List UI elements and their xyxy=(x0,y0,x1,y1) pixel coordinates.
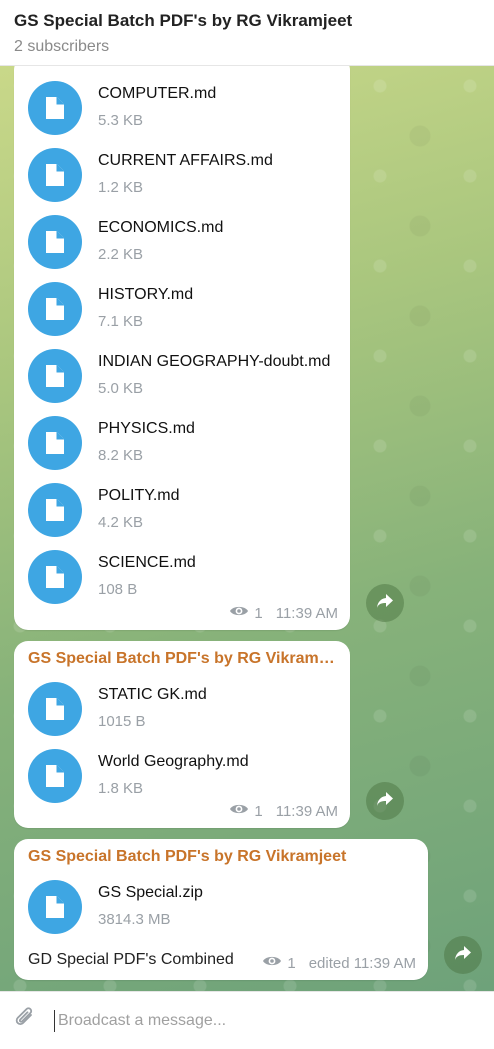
message-meta: 1 11:39 AM xyxy=(229,802,338,820)
forward-button[interactable] xyxy=(366,584,404,622)
share-arrow-icon xyxy=(376,791,394,812)
file-size: 1.2 KB xyxy=(98,179,144,196)
file-size: 4.2 KB xyxy=(98,514,144,531)
document-icon[interactable] xyxy=(28,879,82,934)
message-meta: 1 edited 11:39 AM xyxy=(262,954,416,972)
channel-title: GS Special Batch PDF's by RG Vikramjeet xyxy=(14,11,353,30)
file-attachment[interactable]: PHYSICS.md 8.2 KB xyxy=(28,409,336,476)
file-name: CURRENT AFFAIRS.md xyxy=(98,152,273,169)
message-list[interactable]: COMPUTER.md 5.3 KB CURRENT AFFAIRS.md 1.2 … xyxy=(0,66,494,991)
chat-header[interactable]: GS Special Batch PDF's by RG Vikramjeet … xyxy=(0,0,494,66)
forward-button[interactable] xyxy=(366,782,404,820)
document-icon[interactable] xyxy=(28,281,82,336)
eye-icon xyxy=(229,802,249,820)
document-icon[interactable] xyxy=(28,80,82,135)
file-size: 2.2 KB xyxy=(98,246,144,263)
message-bubble: COMPUTER.md 5.3 KB CURRENT AFFAIRS.md 1.2 … xyxy=(14,66,350,630)
view-count: 1 xyxy=(287,954,296,972)
document-icon[interactable] xyxy=(28,348,82,403)
message-bubble: GS Special Batch PDF's by RG Vikramjeet … xyxy=(14,839,428,980)
file-attachment[interactable]: GS Special.zip 3814.3 MB xyxy=(28,873,414,940)
file-size: 108 B xyxy=(98,581,138,598)
file-attachment[interactable]: POLITY.md 4.2 KB xyxy=(28,476,336,543)
file-attachment[interactable]: SCIENCE.md 108 B xyxy=(28,543,336,610)
message-time: 11:39 AM xyxy=(275,802,338,820)
subscriber-count: 2 subscribers xyxy=(14,38,110,55)
document-icon[interactable] xyxy=(28,748,82,803)
document-icon[interactable] xyxy=(28,214,82,269)
share-arrow-icon xyxy=(376,593,394,614)
file-size: 5.3 KB xyxy=(98,112,144,129)
document-icon[interactable] xyxy=(28,549,82,604)
file-name: World Geography.md xyxy=(98,753,249,770)
paperclip-icon xyxy=(12,1005,38,1036)
document-icon[interactable] xyxy=(28,415,82,470)
file-size: 1015 B xyxy=(98,713,146,730)
message-time: 11:39 AM xyxy=(275,604,338,622)
view-count: 1 xyxy=(254,604,263,622)
file-attachment[interactable]: HISTORY.md 7.1 KB xyxy=(28,275,336,342)
document-icon[interactable] xyxy=(28,681,82,736)
message-time: edited 11:39 AM xyxy=(308,954,416,972)
sender-name[interactable]: GS Special Batch PDF's by RG Vikramje... xyxy=(28,649,336,669)
message-input[interactable] xyxy=(54,1009,484,1032)
file-attachment[interactable]: COMPUTER.md 5.3 KB xyxy=(28,74,336,141)
file-size: 1.8 KB xyxy=(98,780,144,797)
file-attachment[interactable]: ECONOMICS.md 2.2 KB xyxy=(28,208,336,275)
file-attachment[interactable]: STATIC GK.md 1015 B xyxy=(28,675,336,742)
message-meta: 1 11:39 AM xyxy=(229,604,338,622)
file-name: ECONOMICS.md xyxy=(98,219,224,236)
file-attachment[interactable]: INDIAN GEOGRAPHY-doubt.md 5.0 KB xyxy=(28,342,336,409)
file-attachment[interactable]: CURRENT AFFAIRS.md 1.2 KB xyxy=(28,141,336,208)
file-name: POLITY.md xyxy=(98,487,180,504)
file-size: 8.2 KB xyxy=(98,447,144,464)
document-icon[interactable] xyxy=(28,147,82,202)
file-size: 5.0 KB xyxy=(98,380,144,397)
file-name: COMPUTER.md xyxy=(98,85,217,102)
view-count: 1 xyxy=(254,802,263,820)
document-icon[interactable] xyxy=(28,482,82,537)
file-name: SCIENCE.md xyxy=(98,554,196,571)
forward-button[interactable] xyxy=(444,936,482,974)
share-arrow-icon xyxy=(454,945,472,966)
message-composer xyxy=(0,991,494,1049)
eye-icon xyxy=(262,954,282,972)
attach-button[interactable] xyxy=(10,1006,40,1036)
file-name: STATIC GK.md xyxy=(98,686,207,703)
file-size: 7.1 KB xyxy=(98,313,144,330)
file-name: INDIAN GEOGRAPHY-doubt.md xyxy=(98,353,331,370)
eye-icon xyxy=(229,604,249,622)
file-name: GS Special.zip xyxy=(98,884,203,901)
file-size: 3814.3 MB xyxy=(98,911,171,928)
file-name: HISTORY.md xyxy=(98,286,194,303)
file-name: PHYSICS.md xyxy=(98,420,195,437)
sender-name[interactable]: GS Special Batch PDF's by RG Vikramjeet xyxy=(28,847,414,867)
message-bubble: GS Special Batch PDF's by RG Vikramje...… xyxy=(14,641,350,828)
file-attachment[interactable]: World Geography.md 1.8 KB xyxy=(28,742,336,809)
